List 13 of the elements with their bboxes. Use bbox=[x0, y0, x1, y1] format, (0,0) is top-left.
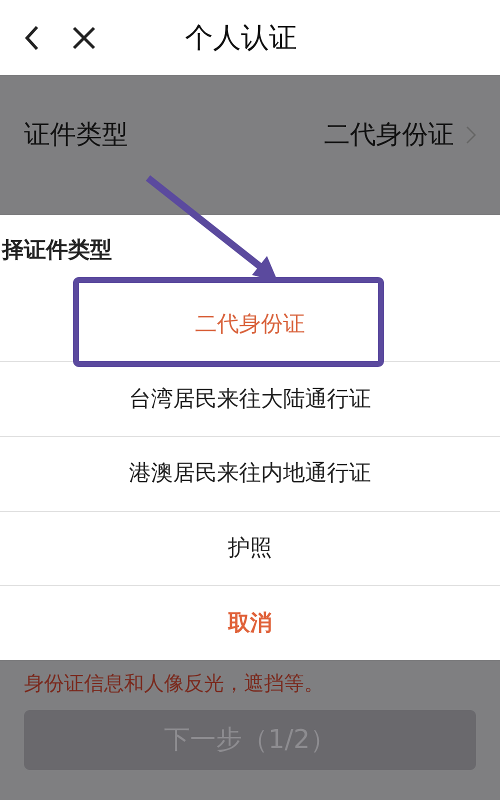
cancel-option[interactable]: 取消 bbox=[228, 606, 272, 640]
notice-text: 身份证信息和人像反光，遮挡等。 bbox=[24, 671, 324, 695]
option-item[interactable]: 台湾居民来往大陆通行证 bbox=[129, 382, 371, 416]
field-value[interactable]: 二代身份证 bbox=[324, 116, 454, 154]
option-item[interactable]: 二代身份证 bbox=[195, 308, 305, 340]
back-icon[interactable] bbox=[24, 24, 40, 50]
option-item[interactable]: 港澳居民来往内地通行证 bbox=[129, 457, 371, 490]
sheet-title: 择证件类型 bbox=[2, 237, 112, 266]
close-icon[interactable] bbox=[72, 26, 96, 50]
option-item[interactable]: 护照 bbox=[228, 532, 272, 565]
chevron-icon bbox=[466, 126, 476, 144]
field-label: 证件类型 bbox=[24, 118, 128, 152]
page-title: 个人认证 bbox=[185, 20, 297, 56]
